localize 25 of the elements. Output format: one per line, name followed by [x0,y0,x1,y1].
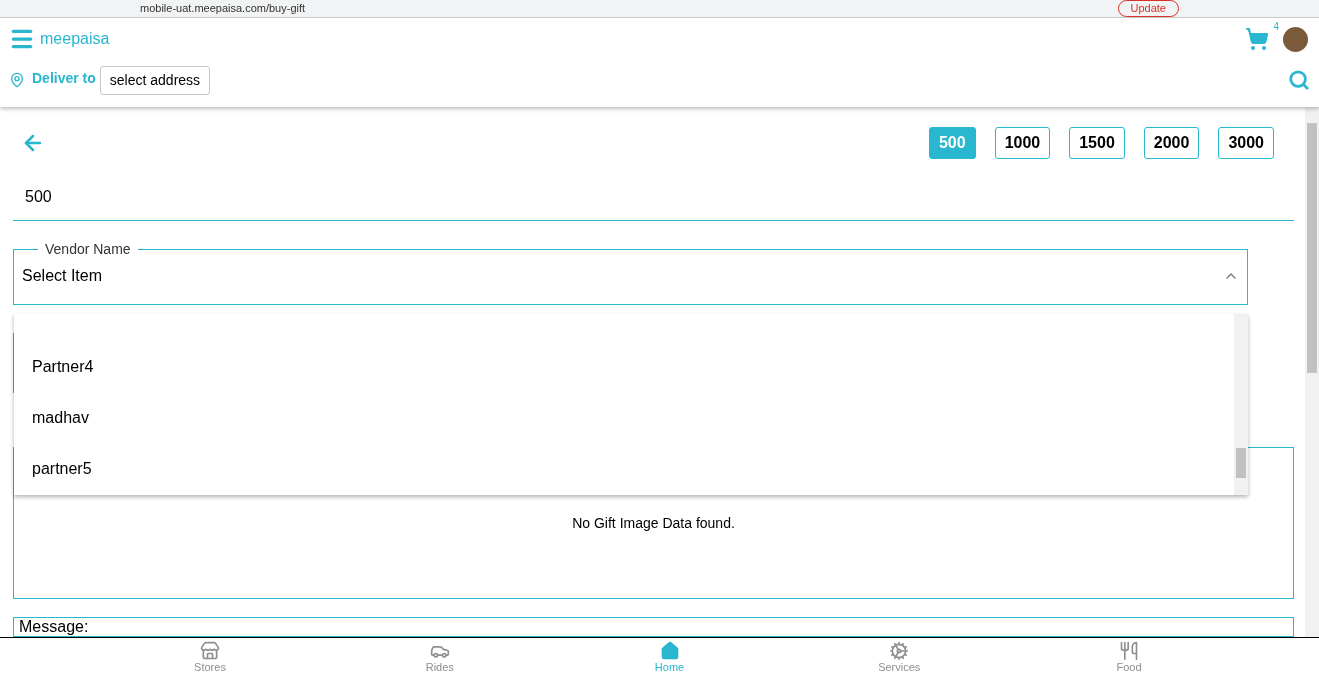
url-text[interactable]: mobile-uat.meepaisa.com/buy-gift [140,3,306,14]
amount-option[interactable]: 1000 [994,127,1051,159]
amount-option[interactable]: 3000 [1218,127,1274,159]
home-icon [659,641,680,661]
amount-value[interactable]: 500 [25,185,1294,205]
vendor-label: Vendor Name [45,241,131,257]
search-icon[interactable] [1288,69,1310,91]
cart-count: 4 [1273,20,1279,34]
empty-message: No Gift Image Data found. [572,513,735,533]
store-icon [200,641,220,661]
dropdown-option[interactable]: partner5 [14,443,1234,495]
select-address-button[interactable]: select address [99,65,211,95]
message-field[interactable]: Message: [13,617,1294,637]
utensils-icon [1119,641,1139,661]
amount-option[interactable]: 2000 [1143,127,1200,159]
logo: meepaisa [40,29,110,49]
amount-option[interactable]: 1500 [1069,127,1125,159]
select-value: Select Item [22,266,103,286]
avatar[interactable] [1283,26,1308,52]
gear-icon [889,641,910,661]
dropdown-option[interactable]: Partner4 [14,341,1234,393]
location-pin-icon [9,71,25,89]
cart-icon[interactable] [1245,27,1269,51]
dropdown-option[interactable]: madhav [14,392,1234,444]
deliver-label: Deliver to [32,68,96,88]
